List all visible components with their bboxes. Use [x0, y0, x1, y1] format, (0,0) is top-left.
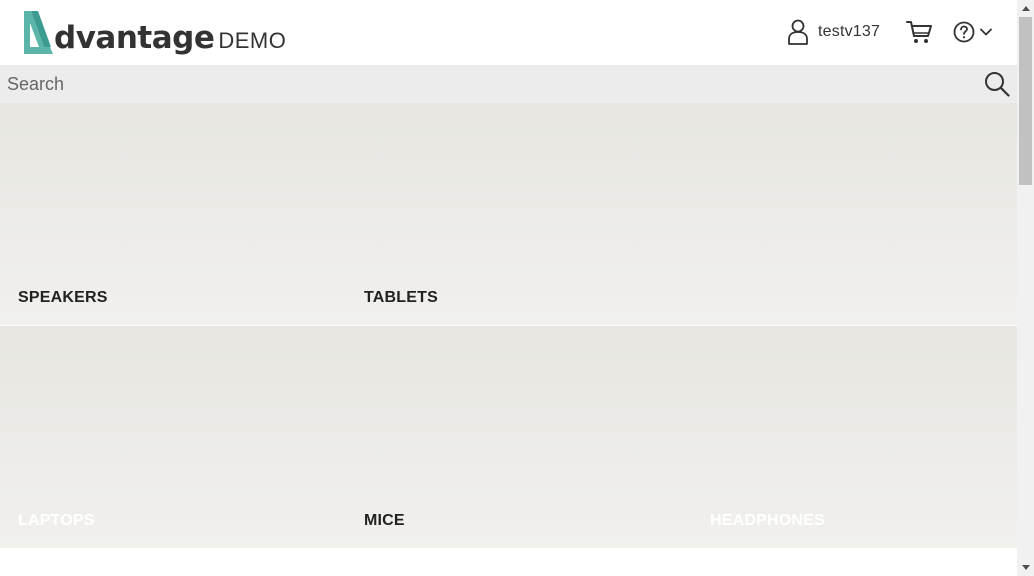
scroll-up-arrow-icon: [1021, 6, 1030, 11]
logo-a-icon: [24, 11, 53, 54]
cart-icon[interactable]: [906, 20, 932, 45]
help-icon: [953, 21, 975, 43]
chevron-down-icon: [980, 28, 992, 36]
page: dvantage DEMO testv137 Search SPEAKERS T…: [0, 0, 1017, 576]
category-tile-laptops[interactable]: LAPTOPS: [0, 326, 346, 548]
category-tile-mice[interactable]: MICE: [346, 326, 692, 548]
category-tile-tablets[interactable]: TABLETS: [346, 103, 692, 325]
header: dvantage DEMO testv137: [0, 0, 1017, 65]
user-icon: [788, 19, 808, 45]
category-label: SPEAKERS: [18, 289, 108, 306]
scroll-thumb[interactable]: [1019, 17, 1032, 185]
search-bar: [0, 65, 1017, 103]
scroll-down-arrow-icon: [1021, 565, 1030, 570]
vertical-scrollbar[interactable]: [1017, 0, 1034, 576]
category-label: MICE: [364, 512, 405, 529]
category-label: TABLETS: [364, 289, 438, 306]
category-label: HEADPHONES: [710, 512, 825, 529]
search-input[interactable]: [0, 65, 970, 103]
logo[interactable]: dvantage DEMO: [22, 9, 286, 55]
logo-demo-label: DEMO: [218, 28, 287, 53]
category-tile-blank[interactable]: [692, 103, 1017, 325]
scroll-up-button[interactable]: [1017, 0, 1034, 17]
category-tile-speakers[interactable]: SPEAKERS: [0, 103, 346, 325]
category-tile-headphones[interactable]: HEADPHONES: [692, 326, 1017, 548]
scroll-down-button[interactable]: [1017, 559, 1034, 576]
logo-wordmark: dvantage: [54, 20, 215, 56]
search-icon[interactable]: [984, 71, 1010, 97]
username-label: testv137: [818, 23, 881, 40]
help-menu[interactable]: [953, 21, 992, 43]
category-label: LAPTOPS: [18, 512, 95, 529]
user-menu[interactable]: testv137: [787, 19, 880, 45]
